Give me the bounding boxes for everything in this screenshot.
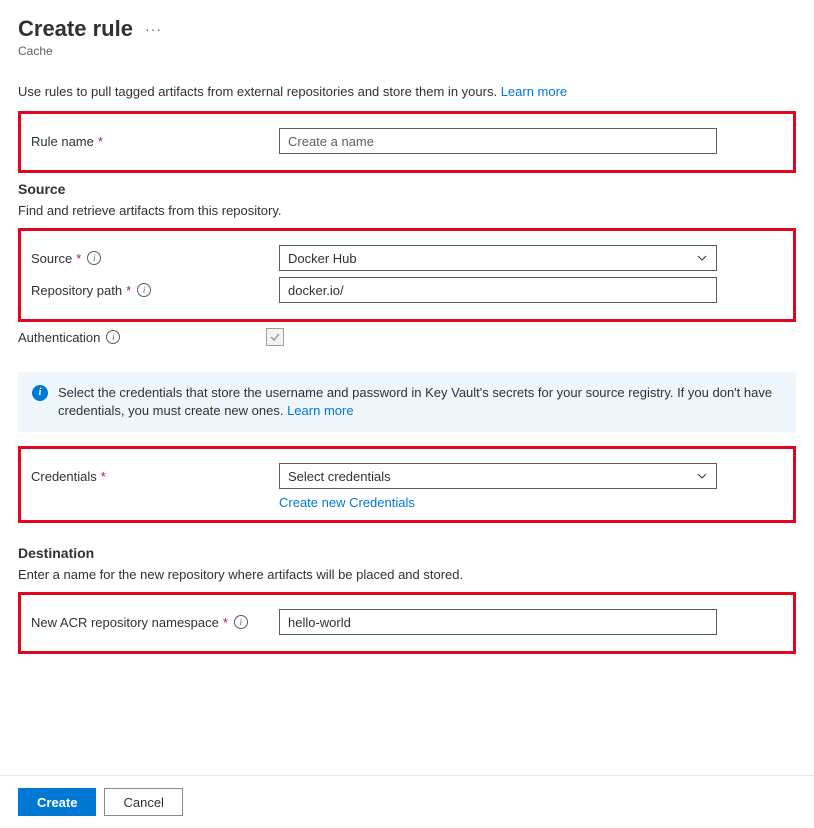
required-indicator: * [98,134,103,149]
destination-description: Enter a name for the new repository wher… [18,567,796,582]
info-icon[interactable]: i [106,330,120,344]
authentication-checkbox[interactable] [266,328,284,346]
info-learn-more-link[interactable]: Learn more [287,403,353,418]
required-indicator: * [76,251,81,266]
source-select-value: Docker Hub [288,251,357,266]
page-title: Create rule [18,16,133,42]
required-indicator: * [101,469,106,484]
destination-heading: Destination [18,545,796,561]
source-select[interactable]: Docker Hub [279,245,717,271]
info-icon[interactable]: i [137,283,151,297]
destination-group: New ACR repository namespace * i [18,592,796,654]
page-subtitle: Cache [18,44,796,58]
namespace-input[interactable] [279,609,717,635]
authentication-label: Authentication [18,330,100,345]
source-group: Source * i Docker Hub Repository path * … [18,228,796,322]
rule-name-input[interactable] [279,128,717,154]
rule-name-label: Rule name [31,134,94,149]
required-indicator: * [126,283,131,298]
source-label: Source [31,251,72,266]
info-icon[interactable]: i [234,615,248,629]
credentials-select-placeholder: Select credentials [288,469,391,484]
chevron-down-icon [696,252,708,264]
source-heading: Source [18,181,796,197]
create-button[interactable]: Create [18,788,96,816]
info-icon[interactable]: i [87,251,101,265]
info-banner-text: Select the credentials that store the us… [58,385,772,418]
create-new-credentials-link[interactable]: Create new Credentials [279,495,415,510]
cancel-button[interactable]: Cancel [104,788,182,816]
info-icon: i [32,385,48,401]
learn-more-link[interactable]: Learn more [501,84,567,99]
checkmark-icon [269,331,281,343]
source-description: Find and retrieve artifacts from this re… [18,203,796,218]
repo-path-label: Repository path [31,283,122,298]
credentials-label: Credentials [31,469,97,484]
namespace-label: New ACR repository namespace [31,615,219,630]
rule-name-group: Rule name * [18,111,796,173]
more-button[interactable]: ··· [145,21,162,37]
intro-text: Use rules to pull tagged artifacts from … [18,84,497,99]
repo-path-input[interactable] [279,277,717,303]
credentials-select[interactable]: Select credentials [279,463,717,489]
credentials-info-banner: i Select the credentials that store the … [18,372,796,432]
chevron-down-icon [696,470,708,482]
credentials-group: Credentials * Select credentials Create … [18,446,796,523]
required-indicator: * [223,615,228,630]
